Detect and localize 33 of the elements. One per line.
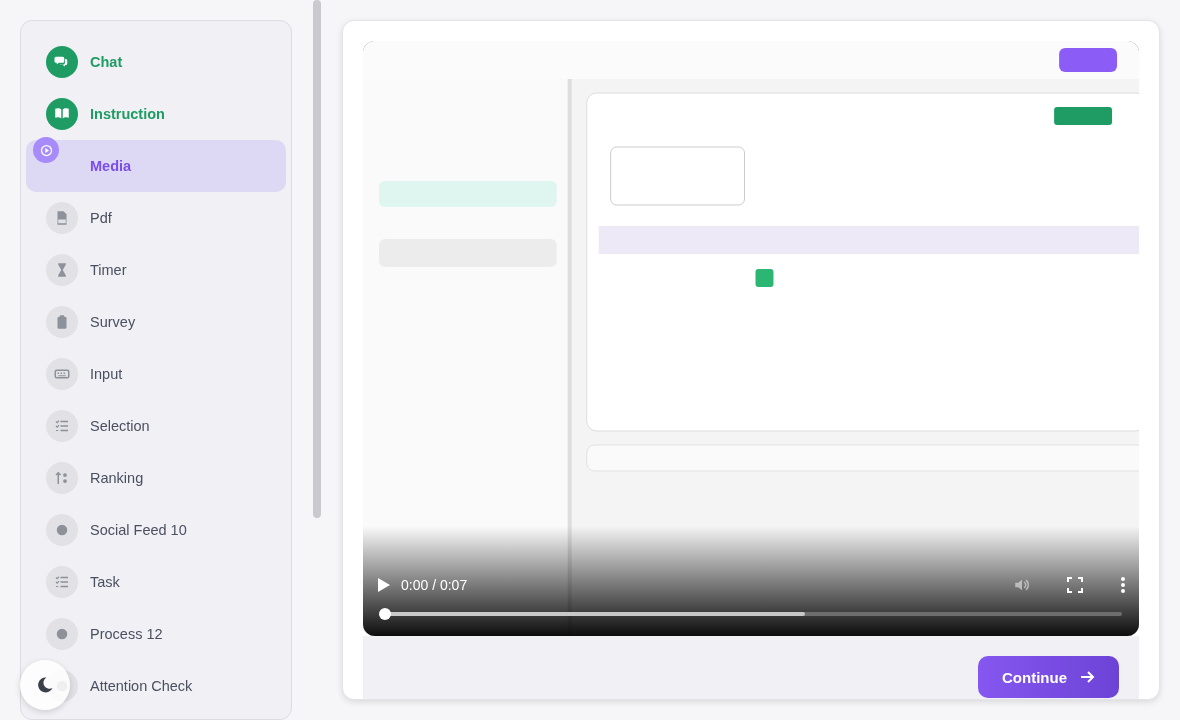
moon-icon bbox=[36, 676, 54, 694]
book-icon bbox=[46, 98, 78, 130]
checklist-icon bbox=[46, 566, 78, 598]
scrollbar[interactable] bbox=[313, 0, 321, 518]
sort-icon bbox=[46, 462, 78, 494]
video-player[interactable]: 0:00 / 0:07 bbox=[363, 41, 1139, 636]
sidebar-item[interactable]: Attention Check bbox=[90, 678, 193, 694]
sidebar-item[interactable]: Timer bbox=[90, 262, 127, 278]
sidebar-item[interactable]: Ranking bbox=[90, 470, 144, 486]
clipboard-icon bbox=[46, 306, 78, 338]
sidebar-item[interactable]: Social Feed 10 bbox=[90, 522, 187, 538]
sidebar-item[interactable]: Input bbox=[90, 366, 123, 382]
sidebar-item[interactable]: Selection bbox=[90, 418, 150, 434]
sidebar-item[interactable]: Pdf bbox=[90, 210, 112, 226]
time-display: 0:00 / 0:07 bbox=[401, 577, 468, 593]
chat-bubbles-icon bbox=[46, 46, 78, 78]
play-icon bbox=[33, 137, 59, 163]
continue-button[interactable]: Continue bbox=[978, 656, 1119, 698]
dot-icon bbox=[46, 618, 78, 650]
more-options-button[interactable] bbox=[1121, 577, 1125, 593]
progress-bar[interactable] bbox=[379, 608, 1122, 620]
arrow-right-icon bbox=[1079, 669, 1095, 685]
dot-icon bbox=[46, 514, 78, 546]
sidebar-item[interactable]: Survey bbox=[90, 314, 136, 330]
fullscreen-button[interactable] bbox=[1067, 577, 1083, 593]
play-button[interactable] bbox=[377, 577, 391, 593]
keyboard-icon bbox=[46, 358, 78, 390]
sidebar-item[interactable]: Media bbox=[26, 140, 286, 192]
pdf-file-icon bbox=[46, 202, 78, 234]
hourglass-icon bbox=[46, 254, 78, 286]
sidebar-item[interactable]: Task bbox=[90, 574, 120, 590]
checklist-icon bbox=[46, 410, 78, 442]
sidebar-item[interactable]: Process 12 bbox=[90, 626, 163, 642]
